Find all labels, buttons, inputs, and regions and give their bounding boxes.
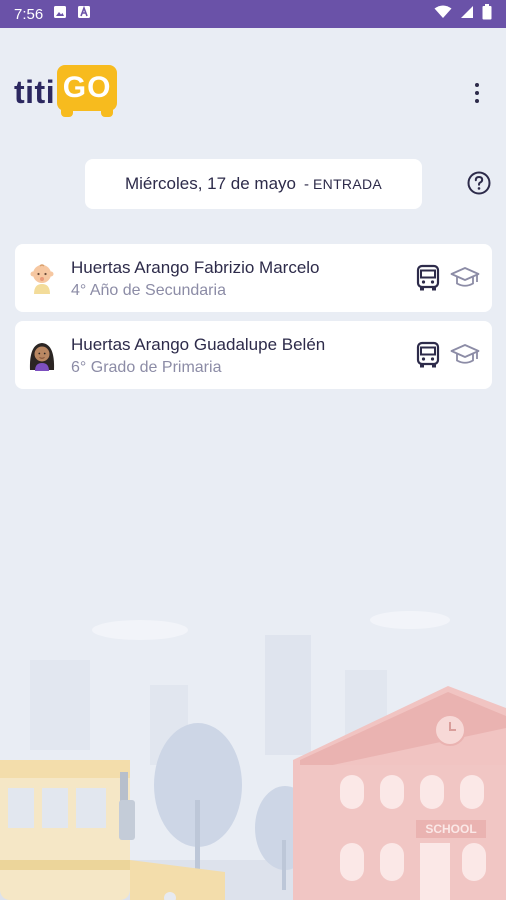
image-icon — [53, 5, 67, 23]
school-sign-text: SCHOOL — [425, 822, 476, 836]
date-separator: - — [304, 175, 310, 193]
logo-prefix: titi — [14, 73, 56, 110]
graduation-cap-icon[interactable] — [450, 343, 480, 367]
logo-bus-badge: GO — [57, 65, 118, 119]
bus-icon[interactable] — [416, 341, 440, 369]
girl-avatar-icon — [27, 340, 57, 372]
battery-icon — [482, 4, 492, 24]
bus-icon[interactable] — [416, 264, 440, 292]
more-vertical-icon[interactable] — [466, 78, 488, 108]
app-logo: titi GO — [14, 64, 118, 120]
logo-suffix: GO — [62, 71, 112, 104]
school-bus-illustration: SCHOOL — [0, 611, 506, 900]
student-grade: 6° Grado de Primaria — [71, 359, 222, 376]
student-name: Huertas Arango Fabrizio Marcelo — [71, 258, 320, 277]
status-time: 7:56 — [14, 5, 44, 23]
wifi-icon — [434, 5, 452, 23]
cellular-signal-icon — [460, 5, 474, 23]
graduation-cap-icon[interactable] — [450, 266, 480, 290]
status-bar: 7:56 — [0, 0, 506, 28]
student-name: Huertas Arango Guadalupe Belén — [71, 335, 326, 354]
baby-avatar-icon — [27, 263, 57, 295]
student-grade: 4° Año de Secundaria — [71, 282, 226, 299]
trip-mode-label: ENTRADA — [313, 176, 383, 192]
student-card[interactable]: Huertas Arango Guadalupe Belén 6° Grado … — [15, 321, 492, 389]
text-a-icon — [77, 5, 91, 23]
student-card[interactable]: Huertas Arango Fabrizio Marcelo 4° Año d… — [15, 244, 492, 312]
help-circle-icon[interactable] — [467, 171, 491, 195]
date-selector[interactable]: Miércoles, 17 de mayo - ENTRADA — [85, 159, 422, 209]
date-label: Miércoles, 17 de mayo — [124, 174, 297, 193]
